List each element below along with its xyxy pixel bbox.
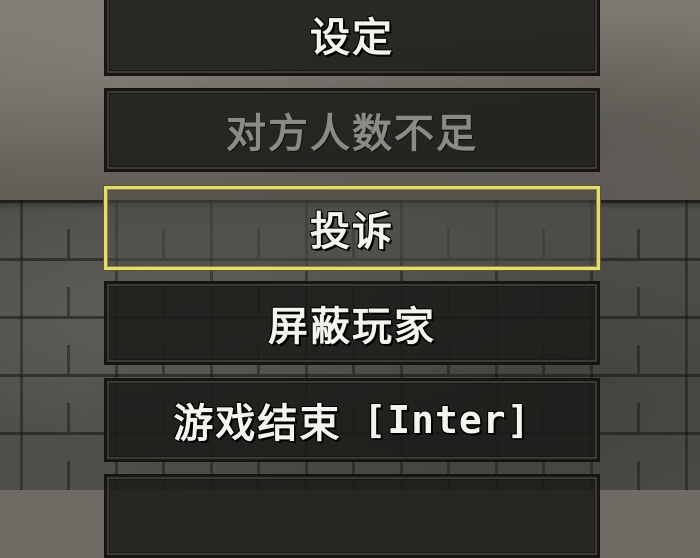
menu-item-partial[interactable] <box>104 474 600 558</box>
report-button[interactable]: 投诉 <box>104 186 600 270</box>
end-game-shortcut: [Inter] <box>363 398 531 442</box>
block-player-button[interactable]: 屏蔽玩家 <box>104 281 600 365</box>
end-game-button[interactable]: 游戏结束 [Inter] <box>104 378 600 462</box>
settings-button[interactable]: 设定 <box>104 0 600 76</box>
report-label: 投诉 <box>310 209 394 255</box>
block-player-label: 屏蔽玩家 <box>268 304 436 350</box>
insufficient-opponents-button: 对方人数不足 <box>104 88 600 172</box>
insufficient-opponents-label: 对方人数不足 <box>226 111 478 157</box>
end-game-label: 游戏结束 <box>173 401 342 447</box>
settings-label: 设定 <box>310 15 394 61</box>
